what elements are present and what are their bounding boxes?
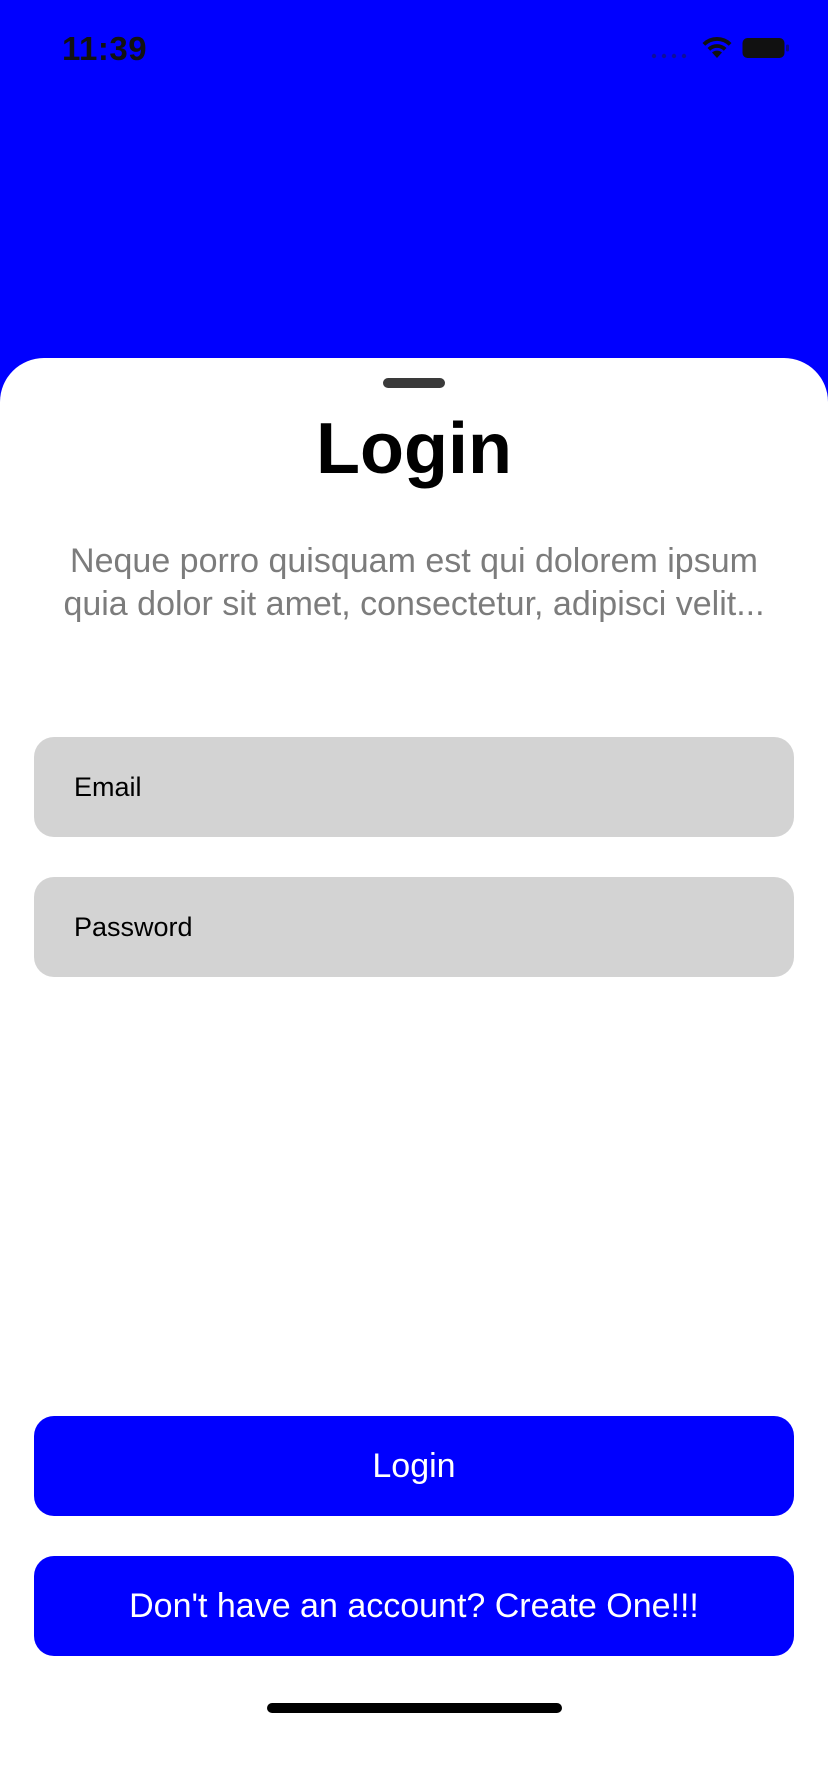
create-account-button[interactable]: Don't have an account? Create One!!! [34,1556,794,1656]
cellular-signal-icon [651,53,687,59]
email-field[interactable] [34,737,794,837]
status-time: 11:39 [62,30,148,67]
sheet-grabber-handle[interactable] [383,378,445,388]
page-subtitle: Neque porro quisquam est qui dolorem ips… [63,542,765,623]
wifi-icon [702,36,732,58]
login-button[interactable]: Login [34,1416,794,1516]
password-field[interactable] [34,877,794,977]
login-sheet: Login Neque porro quisquam est qui dolor… [0,358,828,1792]
page-title: Login [316,409,512,489]
status-bar: 11:39 [0,0,828,100]
battery-icon [742,38,789,58]
home-indicator [267,1703,562,1713]
